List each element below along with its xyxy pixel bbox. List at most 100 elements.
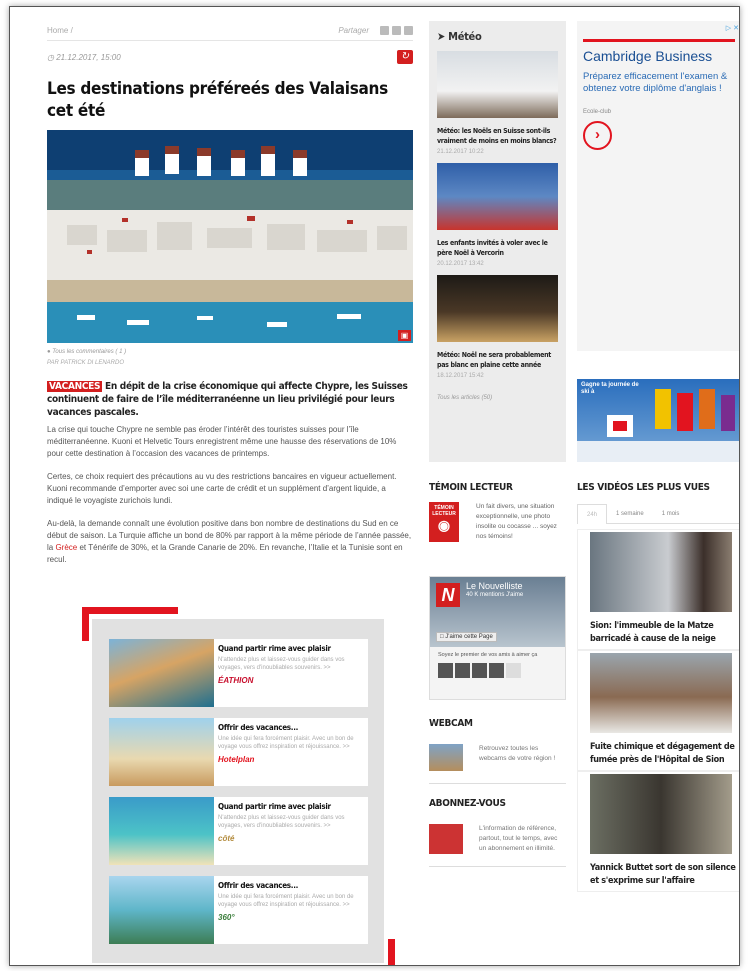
hero-image[interactable]: ▣ xyxy=(47,130,413,343)
tab-1-mois[interactable]: 1 mois xyxy=(653,511,689,517)
video-thumbnail xyxy=(590,532,732,612)
chevron-right-icon[interactable]: › xyxy=(583,121,612,150)
meteo-box: ➤ Météo Météo: les Noëls en Suisse sont-… xyxy=(429,21,566,462)
facebook-page-name[interactable]: Le Nouvelliste xyxy=(466,581,523,591)
meteo-caption: Météo: Noël ne sera probablement pas bla… xyxy=(437,351,551,369)
adchoices-icon[interactable]: ▷ ✕ xyxy=(726,24,739,32)
tab-1-semaine[interactable]: 1 semaine xyxy=(607,511,653,517)
tab-24h[interactable]: 24h xyxy=(577,503,608,524)
promo-title: Quand partir rime avec plaisir xyxy=(218,644,331,653)
article-title: Les destinations préféreés des Valaisans… xyxy=(47,79,388,121)
article-lead: VACANCES En dépit de la crise économique… xyxy=(47,381,408,418)
promo-image xyxy=(109,639,214,707)
avatar[interactable] xyxy=(489,663,504,678)
facebook-friends-text: Soyez le premier de vos amis à aimer ça xyxy=(438,652,538,658)
promo-desc: Une idée qui fera forcément plaisir. Ave… xyxy=(218,894,354,908)
meteo-caption: Les enfants invités à voler avec le père… xyxy=(437,239,548,257)
promo-brand: côté xyxy=(218,834,235,843)
video-item[interactable]: Sion: l'immeuble de la Matze barricadé à… xyxy=(577,529,739,650)
share-label: Partager xyxy=(338,26,369,35)
eye-icon[interactable]: TÉMOIN LECTEUR ◉ xyxy=(429,502,459,542)
promo-brand: 360° xyxy=(218,913,235,922)
article: Home / Partager ◷ 21.12.2017, 15:00 ↻ Le… xyxy=(47,21,413,566)
facebook-fans: 40 K mentions J'aime xyxy=(466,592,524,598)
ad-source: Ecole-club xyxy=(583,109,612,115)
facebook-like-button[interactable]: □ J'aime cette Page xyxy=(436,632,497,642)
video-item[interactable]: Yannick Buttet sort de son silence et s'… xyxy=(577,771,739,892)
promo-image xyxy=(109,718,214,786)
avatar[interactable] xyxy=(438,663,453,678)
meteo-image xyxy=(437,51,558,118)
temoin-heading: TÉMOIN LECTEUR xyxy=(429,482,513,493)
meteo-caption: Météo: les Noëls en Suisse sont-ils vrai… xyxy=(437,127,557,145)
promo-title: Quand partir rime avec plaisir xyxy=(218,802,331,811)
twitter-share-icon[interactable] xyxy=(392,26,401,35)
promo-list: Quand partir rime avec plaisir N'attende… xyxy=(92,619,384,963)
meteo-date: 18.12.2017 15:42 xyxy=(437,373,484,379)
webcam-heading: WEBCAM xyxy=(429,718,473,729)
video-thumbnail xyxy=(590,653,732,733)
promo-item[interactable]: Quand partir rime avec plaisir N'attende… xyxy=(109,639,368,707)
video-title: Yannick Buttet sort de son silence et s'… xyxy=(590,863,736,886)
video-item[interactable]: Fuite chimique et dégagement de fumée pr… xyxy=(577,650,739,771)
category-tag[interactable]: VACANCES xyxy=(47,381,103,392)
newspaper-icon[interactable] xyxy=(429,824,463,854)
author: PAR PATRICK DI LENARDO xyxy=(47,360,125,366)
video-title: Fuite chimique et dégagement de fumée pr… xyxy=(590,742,735,765)
paragraph-1: La crise qui touche Chypre ne semble pas… xyxy=(47,425,397,458)
ski-ad[interactable]: Gagne ta journée de ski à xyxy=(577,379,739,462)
promo-title: Offrir des vacances... xyxy=(218,881,299,890)
avatar[interactable] xyxy=(455,663,470,678)
gallery-icon[interactable]: ▣ xyxy=(398,330,411,341)
middle-column: ➤ Météo Météo: les Noëls en Suisse sont-… xyxy=(429,21,566,867)
paragraph-3: Au-delà, la demande connaît une évolutio… xyxy=(47,519,412,564)
travel-promo: Quand partir rime avec plaisir N'attende… xyxy=(82,607,395,965)
promo-image xyxy=(109,876,214,944)
meteo-heading[interactable]: ➤ Météo xyxy=(437,30,557,43)
right-column: ▷ ✕ Cambridge Business Préparez efficace… xyxy=(577,21,739,892)
promo-item[interactable]: Offrir des vacances... Une idée qui fera… xyxy=(109,718,368,786)
facebook-widget: N Le Nouvelliste 40 K mentions J'aime □ … xyxy=(429,576,566,700)
nouvelliste-logo[interactable]: N xyxy=(436,583,460,607)
subscribe-text[interactable]: L'information de référence, partout, tou… xyxy=(479,824,559,854)
ad-headline: Cambridge Business xyxy=(583,48,713,64)
email-share-icon[interactable] xyxy=(380,26,389,35)
webcam-text[interactable]: Retrouvez toutes les webcams de votre ré… xyxy=(479,744,559,771)
webcam-image[interactable] xyxy=(429,744,463,771)
ad-accent-bar xyxy=(583,39,735,42)
avatar[interactable] xyxy=(506,663,521,678)
promo-item[interactable]: Quand partir rime avec plaisir N'attende… xyxy=(109,797,368,865)
cambridge-ad[interactable]: ▷ ✕ Cambridge Business Préparez efficace… xyxy=(577,21,739,351)
temoin-text[interactable]: Un fait divers, une situation exceptionn… xyxy=(476,502,558,542)
promo-desc: N'attendez plus et laissez-vous guider d… xyxy=(218,657,345,671)
subscribe-section: ABONNEZ-VOUS L'information de référence,… xyxy=(429,798,566,854)
meteo-item[interactable]: Les enfants invités à voler avec le père… xyxy=(437,163,558,267)
facebook-share-icon[interactable] xyxy=(404,26,413,35)
subscribe-heading: ABONNEZ-VOUS xyxy=(429,798,506,809)
top-bar: Home / Partager xyxy=(47,21,413,41)
videos-heading: LES VIDÉOS LES PLUS VUES xyxy=(577,482,710,493)
article-date: ◷ 21.12.2017, 15:00 xyxy=(47,52,121,62)
videos-tabs: 24h 1 semaine 1 mois xyxy=(577,503,739,524)
video-title: Sion: l'immeuble de la Matze barricadé à… xyxy=(590,621,716,644)
refresh-icon[interactable]: ↻ xyxy=(397,50,413,64)
promo-desc: Une idée qui fera forcément plaisir. Ave… xyxy=(218,736,354,750)
page-frame: Home / Partager ◷ 21.12.2017, 15:00 ↻ Le… xyxy=(9,6,740,966)
grece-link[interactable]: Grèce xyxy=(55,543,77,552)
meteo-date: 20.12.2017 13:42 xyxy=(437,261,484,267)
mykonos-photo xyxy=(47,130,413,343)
avatar[interactable] xyxy=(472,663,487,678)
promo-desc: N'attendez plus et laissez-vous guider d… xyxy=(218,815,345,829)
skiers-illustration xyxy=(577,389,739,462)
meteo-all-link[interactable]: Tous les articles (50) xyxy=(437,395,557,401)
comments-link[interactable]: ● Tous les commentaires ( 1 ) xyxy=(47,349,413,355)
meteo-item[interactable]: Météo: les Noëls en Suisse sont-ils vrai… xyxy=(437,51,558,155)
ad-body: Préparez efficacement l'examen & obtenez… xyxy=(583,71,728,94)
meteo-item[interactable]: Météo: Noël ne sera probablement pas bla… xyxy=(437,275,558,379)
paragraph-2: Certes, ce choix requiert des précaution… xyxy=(47,472,397,505)
meteo-date: 21.12.2017 10:22 xyxy=(437,149,484,155)
breadcrumb[interactable]: Home / xyxy=(47,26,338,35)
promo-brand: Hotelplan xyxy=(218,755,255,764)
video-thumbnail xyxy=(590,774,732,854)
promo-item[interactable]: Offrir des vacances... Une idée qui fera… xyxy=(109,876,368,944)
